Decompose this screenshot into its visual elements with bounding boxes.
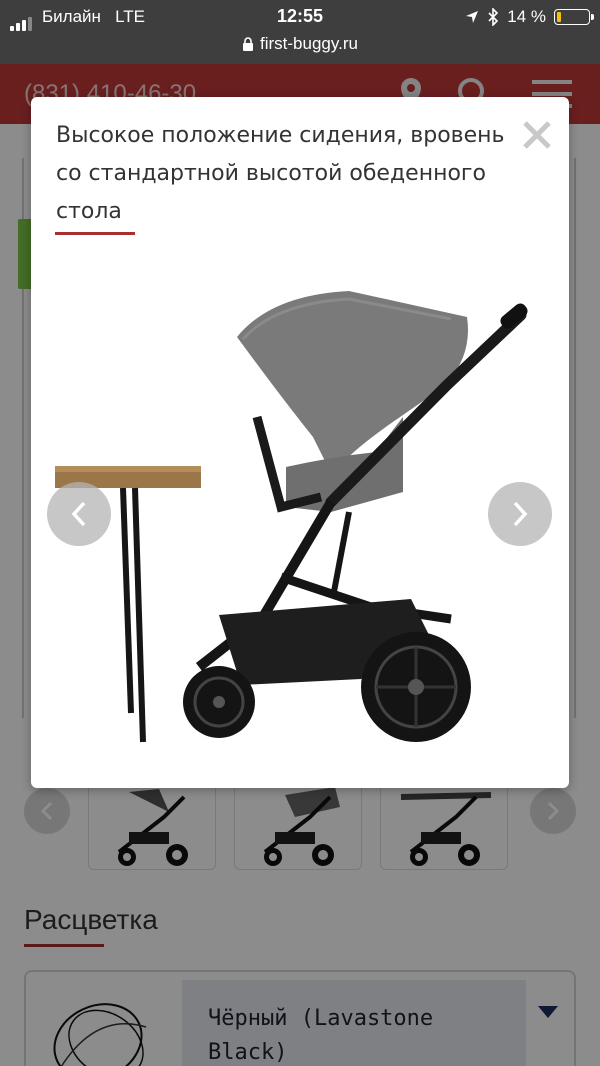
bluetooth-icon (488, 8, 499, 26)
url-text: first-buggy.ru (260, 34, 358, 53)
status-right: 14 % (465, 7, 594, 27)
modal-title-underline (55, 232, 135, 235)
location-arrow-icon (466, 11, 479, 23)
image-modal: Высокое положение сидения, вровень со ст… (31, 97, 569, 788)
modal-prev-button[interactable] (47, 482, 111, 546)
chevron-left-icon (71, 501, 86, 527)
lock-icon (243, 37, 254, 51)
chevron-right-icon (513, 501, 528, 527)
status-bar: Билайн LTE 12:55 14 % (0, 0, 600, 34)
modal-next-button[interactable] (488, 482, 552, 546)
close-icon[interactable] (519, 117, 555, 153)
modal-title: Высокое положение сидения, вровень со ст… (56, 123, 505, 224)
url-bar[interactable]: first-buggy.ru (0, 34, 600, 64)
battery-icon (554, 9, 594, 25)
battery-percent: 14 % (507, 7, 546, 26)
